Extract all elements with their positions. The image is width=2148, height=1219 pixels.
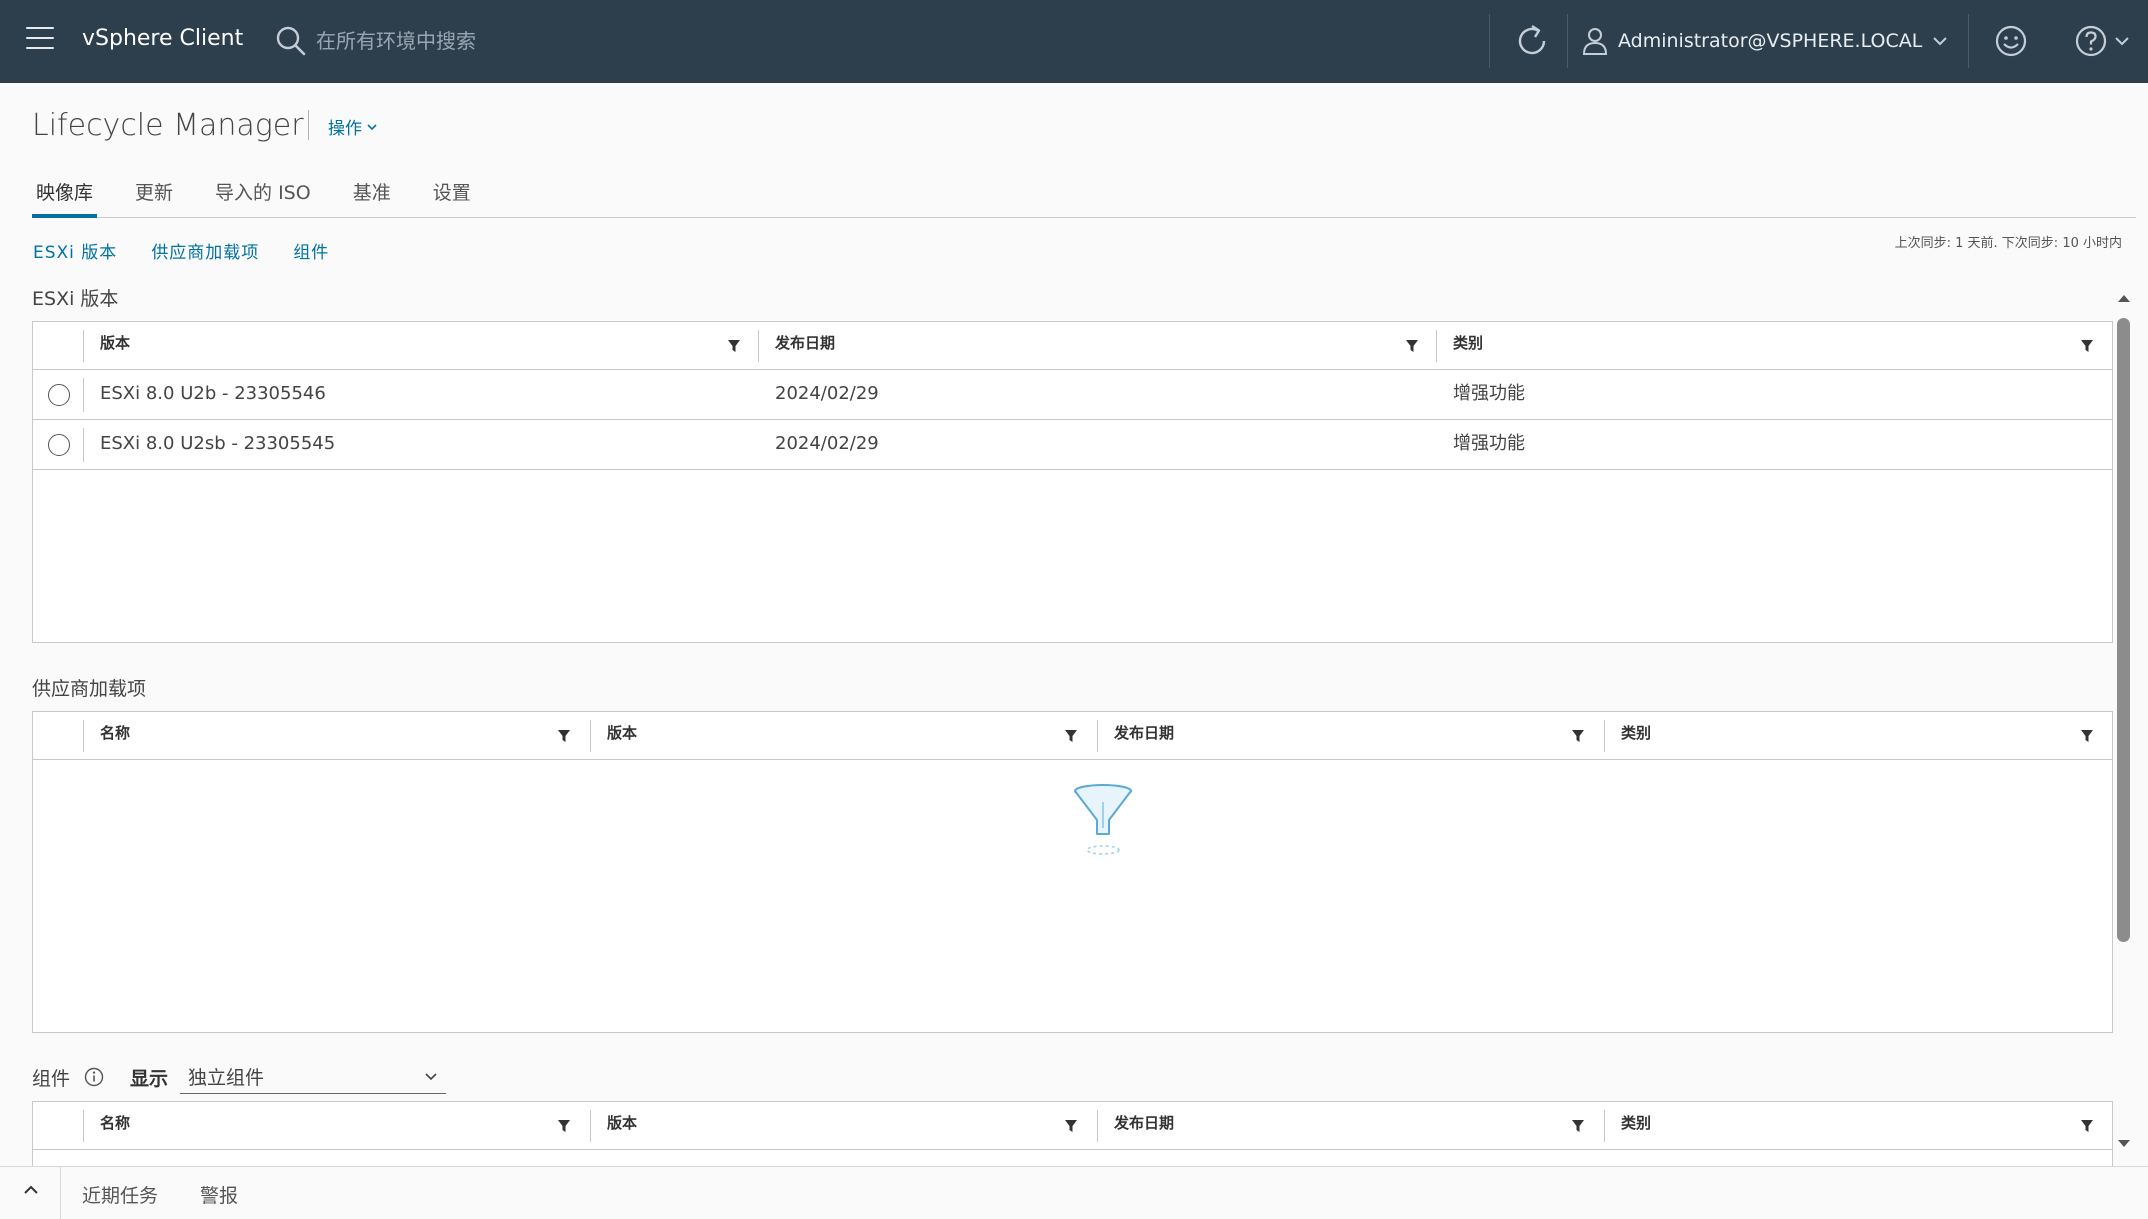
row-select-radio[interactable] xyxy=(48,384,70,406)
filter-icon[interactable] xyxy=(1571,728,1585,744)
components-heading: 组件 xyxy=(32,1067,71,1090)
column-header-version[interactable]: 版本 xyxy=(84,322,130,370)
sync-status: 上次同步: 1 天前. 下次同步: 10 小时内 xyxy=(1894,236,2122,251)
bottom-divider xyxy=(60,1167,61,1219)
chevron-up-icon[interactable] xyxy=(22,1183,40,1197)
empty-state-filter-icon xyxy=(1074,784,1132,855)
search-icon xyxy=(276,26,306,56)
filter-icon[interactable] xyxy=(2080,728,2094,744)
chevron-down-icon xyxy=(367,123,377,130)
global-search[interactable] xyxy=(276,22,876,60)
filter-icon[interactable] xyxy=(557,728,571,744)
column-header-release-date[interactable]: 发布日期 xyxy=(1098,712,1174,760)
show-label: 显示 xyxy=(130,1067,169,1090)
scroll-up-arrow-icon[interactable] xyxy=(2115,290,2133,308)
selected-view: 独立组件 xyxy=(188,1067,265,1089)
tab-settings[interactable]: 设置 xyxy=(429,176,475,218)
header-divider xyxy=(1567,14,1568,68)
bottom-panel-bar: 近期任务 警报 xyxy=(0,1166,2148,1219)
cell-release-date: 2024/02/29 xyxy=(775,433,879,454)
vendor-addons-heading: 供应商加载项 xyxy=(32,678,147,700)
column-header-category[interactable]: 类别 xyxy=(1437,322,1483,370)
help-menu[interactable] xyxy=(2074,24,2130,58)
info-icon[interactable] xyxy=(84,1067,104,1087)
table-row[interactable]: ESXi 8.0 U2b - 23305546 2024/02/29 增强功能 xyxy=(33,370,2112,420)
vendor-addons-grid: 名称 版本 发布日期 类别 xyxy=(32,711,2113,1033)
link-components[interactable]: 组件 xyxy=(293,238,329,263)
component-view-select[interactable]: 独立组件 xyxy=(180,1060,447,1094)
grid-header: 名称 版本 发布日期 类别 xyxy=(33,1102,2112,1150)
column-header-version[interactable]: 版本 xyxy=(591,1102,637,1150)
column-header-category[interactable]: 类别 xyxy=(1605,1102,1651,1150)
grid-header: 版本 发布日期 类别 xyxy=(33,322,2112,370)
cell-version: ESXi 8.0 U2sb - 23305545 xyxy=(100,433,336,454)
chevron-down-icon xyxy=(425,1073,437,1081)
header-divider xyxy=(1968,14,1969,68)
tab-alarms[interactable]: 警报 xyxy=(200,1181,238,1208)
smiley-icon xyxy=(1995,25,2027,57)
refresh-button[interactable] xyxy=(1514,22,1550,60)
filter-icon[interactable] xyxy=(727,338,741,354)
tab-updates[interactable]: 更新 xyxy=(131,176,177,218)
column-header-name[interactable]: 名称 xyxy=(84,712,130,760)
column-header-category[interactable]: 类别 xyxy=(1605,712,1651,760)
cell-release-date: 2024/02/29 xyxy=(775,383,879,404)
header-divider xyxy=(1489,14,1490,68)
components-grid: 名称 版本 发布日期 类别 xyxy=(32,1101,2113,1171)
app-title[interactable]: vSphere Client xyxy=(82,26,243,51)
filter-icon[interactable] xyxy=(557,1118,571,1134)
cell-category: 增强功能 xyxy=(1453,433,1525,454)
user-menu[interactable]: Administrator@VSPHERE.LOCAL xyxy=(1582,24,1948,58)
filter-icon[interactable] xyxy=(1064,1118,1078,1134)
components-toolbar: 组件 显示 独立组件 xyxy=(32,1060,447,1094)
filter-icon[interactable] xyxy=(2080,338,2094,354)
table-row[interactable]: ESXi 8.0 U2sb - 23305545 2024/02/29 增强功能 xyxy=(33,420,2112,470)
grid-header: 名称 版本 发布日期 类别 xyxy=(33,712,2112,760)
row-select-radio[interactable] xyxy=(48,434,70,456)
page-title: Lifecycle Manager xyxy=(32,108,304,143)
chevron-down-icon xyxy=(1933,37,1948,46)
help-icon xyxy=(2075,25,2107,57)
cell-category: 增强功能 xyxy=(1453,383,1525,404)
user-name: Administrator@VSPHERE.LOCAL xyxy=(1618,30,1923,52)
column-header-name[interactable]: 名称 xyxy=(84,1102,130,1150)
cell-version: ESXi 8.0 U2b - 23305546 xyxy=(100,383,326,404)
scroll-down-arrow-icon[interactable] xyxy=(2115,1134,2133,1152)
tab-recent-tasks[interactable]: 近期任务 xyxy=(82,1181,158,1208)
column-header-version[interactable]: 版本 xyxy=(591,712,637,760)
user-icon xyxy=(1582,28,1608,55)
feedback-button[interactable] xyxy=(1994,24,2028,62)
top-header: vSphere Client Administrator@VSPHERE.LOC… xyxy=(0,0,2148,83)
title-divider xyxy=(308,110,309,140)
filter-icon[interactable] xyxy=(1571,1118,1585,1134)
actions-dropdown[interactable]: 操作 xyxy=(328,114,378,139)
filter-icon[interactable] xyxy=(1405,338,1419,354)
menu-icon[interactable] xyxy=(26,27,54,53)
actions-label: 操作 xyxy=(328,119,362,139)
link-vendor-addons[interactable]: 供应商加载项 xyxy=(151,238,259,263)
tab-image-depot[interactable]: 映像库 xyxy=(32,176,98,218)
link-esxi-versions[interactable]: ESXi 版本 xyxy=(33,238,117,263)
esxi-versions-grid: 版本 发布日期 类别 ESXi 8.0 U2b - 23305546 2024/… xyxy=(32,321,2113,643)
chevron-down-icon xyxy=(2115,37,2129,46)
column-header-release-date[interactable]: 发布日期 xyxy=(759,322,835,370)
section-links: ESXi 版本 供应商加载项 组件 xyxy=(33,238,329,263)
column-header-release-date[interactable]: 发布日期 xyxy=(1098,1102,1174,1150)
search-input[interactable] xyxy=(316,26,856,56)
scrollbar-thumb[interactable] xyxy=(2117,318,2130,942)
esxi-section-heading: ESXi 版本 xyxy=(32,288,119,310)
tab-baselines[interactable]: 基准 xyxy=(349,176,395,218)
main-tabs: 映像库 更新 导入的 ISO 基准 设置 xyxy=(32,176,2136,218)
filter-icon[interactable] xyxy=(2080,1118,2094,1134)
filter-icon[interactable] xyxy=(1064,728,1078,744)
tab-imported-iso[interactable]: 导入的 ISO xyxy=(211,176,315,218)
refresh-icon xyxy=(1518,24,1546,55)
